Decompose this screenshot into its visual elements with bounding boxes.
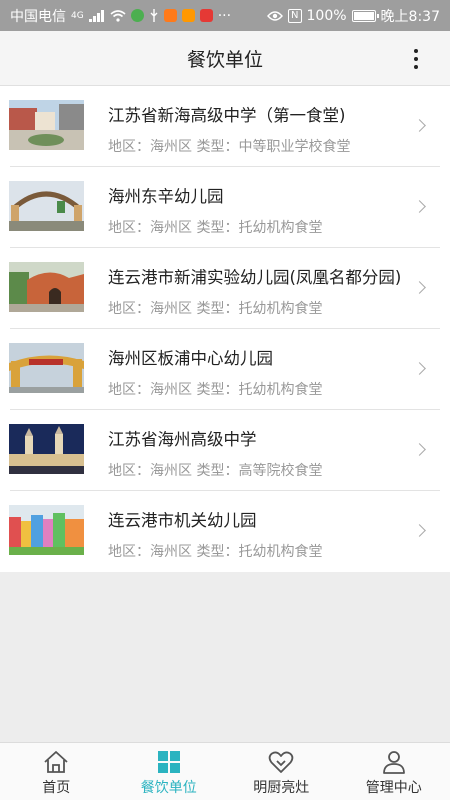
- signal-icon: [88, 9, 104, 22]
- item-name: 江苏省海州高级中学: [108, 430, 257, 449]
- eye-icon: [267, 10, 283, 21]
- news-app-icon: [199, 9, 213, 22]
- grid-icon: [157, 751, 180, 773]
- item-name: 海州区板浦中心幼儿园: [108, 349, 273, 368]
- carrier-label: 中国电信: [10, 8, 66, 25]
- item-name: 海州东辛幼儿园: [108, 187, 224, 206]
- item-meta: 地区：海州区 类型：托幼机构食堂: [108, 220, 323, 236]
- kindergarten-arch-thumbnail: [9, 343, 84, 393]
- status-right: N 100% 晚上8:37: [267, 6, 440, 26]
- bottom-tab-bar: 首页 餐饮单位 明厨亮灶 管理中心: [0, 742, 450, 800]
- tab-management[interactable]: 管理中心: [338, 743, 450, 800]
- list-item[interactable]: 海州区板浦中心幼儿园 地区：海州区 类型：托幼机构食堂: [0, 329, 450, 410]
- item-meta: 地区：海州区 类型：中等职业学校食堂: [108, 139, 351, 155]
- item-meta: 地区：海州区 类型：高等院校食堂: [108, 463, 323, 479]
- school-night-thumbnail: [9, 424, 84, 474]
- wifi-icon: [110, 9, 126, 22]
- list-item[interactable]: 江苏省新海高级中学（第一食堂) 地区：海州区 类型：中等职业学校食堂: [0, 86, 450, 167]
- item-name: 连云港市新浦实验幼儿园(凤凰名都分园): [108, 268, 402, 287]
- kindergarten-gate-thumbnail: [9, 181, 84, 231]
- tab-restaurants[interactable]: 餐饮单位: [113, 743, 226, 800]
- status-bar: 中国电信 4G ··· N 100% 晚上8:37: [0, 0, 450, 31]
- list-item[interactable]: 江苏省海州高级中学 地区：海州区 类型：高等院校食堂: [0, 410, 450, 491]
- battery-icon: [351, 9, 379, 22]
- status-left: 中国电信 4G ···: [10, 6, 231, 26]
- item-name: 连云港市机关幼儿园: [108, 511, 257, 530]
- kindergarten-building-thumbnail: [9, 262, 84, 312]
- school-campus-thumbnail: [9, 100, 84, 150]
- app-notification-icon: [130, 9, 144, 22]
- tab-bright-kitchen[interactable]: 明厨亮灶: [225, 743, 338, 800]
- tab-label: 餐饮单位: [140, 780, 197, 796]
- list-item[interactable]: 连云港市机关幼儿园 地区：海州区 类型：托幼机构食堂: [0, 491, 450, 572]
- heart-icon: [268, 751, 294, 773]
- item-meta: 地区：海州区 类型：托幼机构食堂: [108, 301, 323, 317]
- list-item[interactable]: 海州东辛幼儿园 地区：海州区 类型：托幼机构食堂: [0, 167, 450, 248]
- restaurant-list: 江苏省新海高级中学（第一食堂) 地区：海州区 类型：中等职业学校食堂 海州东辛幼…: [0, 86, 450, 572]
- tab-label: 明厨亮灶: [253, 780, 310, 796]
- page-title: 餐饮单位: [186, 48, 263, 71]
- battery-percent: 100%: [306, 7, 347, 24]
- clock: 晚上8:37: [380, 8, 440, 25]
- home-icon: [44, 751, 68, 773]
- music-app-icon: [181, 9, 195, 22]
- more-vertical-icon[interactable]: [410, 49, 422, 69]
- usb-icon: [150, 9, 158, 22]
- more-notifications: ···: [217, 7, 232, 24]
- app-header: 餐饮单位: [0, 31, 450, 86]
- tab-label: 首页: [42, 780, 71, 796]
- network-type: 4G: [71, 10, 84, 21]
- tab-label: 管理中心: [365, 780, 422, 796]
- item-name: 江苏省新海高级中学（第一食堂): [108, 106, 346, 125]
- item-meta: 地区：海州区 类型：托幼机构食堂: [108, 544, 323, 560]
- list-item[interactable]: 连云港市新浦实验幼儿园(凤凰名都分园) 地区：海州区 类型：托幼机构食堂: [0, 248, 450, 329]
- tab-home[interactable]: 首页: [0, 743, 113, 800]
- user-icon: [382, 751, 405, 774]
- item-meta: 地区：海州区 类型：托幼机构食堂: [108, 382, 323, 398]
- nfc-icon: N: [288, 8, 302, 23]
- kindergarten-colorful-thumbnail: [9, 505, 84, 555]
- video-app-icon: [163, 9, 177, 22]
